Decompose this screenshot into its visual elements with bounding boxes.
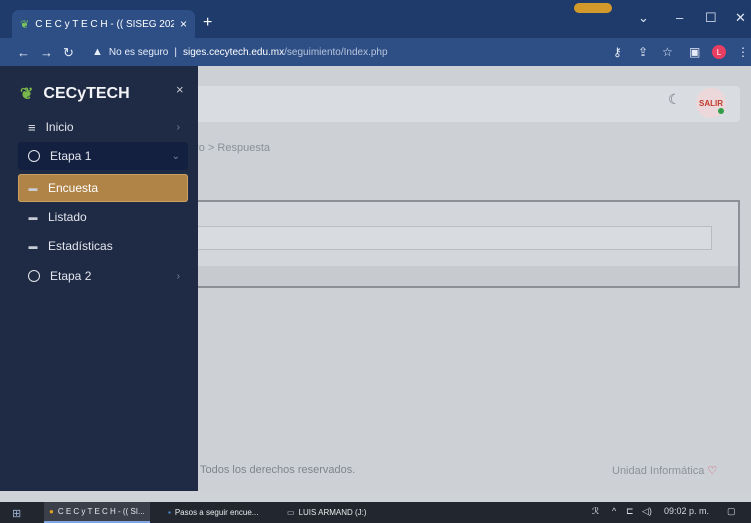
sidebar-close-button[interactable]: × [176, 82, 184, 97]
url-separator: | [174, 46, 177, 58]
sidebar-item-label: Encuesta [48, 181, 99, 195]
windows-start-icon[interactable]: ⊞ [12, 507, 21, 520]
online-status-dot [718, 108, 724, 114]
bullet-icon: ▬ [28, 241, 38, 251]
document-icon: ▪ [168, 508, 171, 517]
browser-tab[interactable]: ❦ C E C y T E C H - (( SISEG 2022)) × [12, 10, 195, 38]
sidebar: ❦ CECyTECH × ≡ Inicio › Etapa 1 ⌄ ▬ Encu… [0, 66, 198, 491]
sidebar-item-inicio[interactable]: ≡ Inicio › [18, 113, 188, 141]
warning-icon[interactable]: ▲ [92, 46, 103, 58]
sidebar-item-label: Etapa 1 [50, 149, 92, 163]
key-icon[interactable]: ⚷ [613, 45, 622, 59]
menu-dots-icon[interactable]: ⋮ [737, 45, 749, 59]
volume-icon[interactable]: ◁) [642, 506, 652, 517]
taskbar-item-document[interactable]: ▪ Pasos a seguir encue... [163, 502, 263, 523]
url-host: siges.cecytech.edu.mx [182, 46, 285, 58]
sidebar-item-etapa-1[interactable]: Etapa 1 ⌄ [18, 142, 188, 170]
circle-icon [28, 270, 40, 282]
notifications-icon[interactable]: ▢ [727, 506, 736, 517]
url-path: /seguimiento/Index.php [284, 46, 388, 58]
sidebar-item-label: Inicio [45, 120, 74, 134]
chrome-icon: ● [49, 507, 54, 516]
chevron-right-icon: › [176, 121, 180, 133]
sidebar-item-label: Etapa 2 [50, 269, 92, 283]
sidebar-item-encuesta[interactable]: ▬ Encuesta [18, 174, 188, 202]
content-card [150, 200, 740, 288]
sidepanel-icon[interactable]: ▣ [689, 45, 700, 59]
clock-time[interactable]: 09:02 p. m. [664, 506, 709, 516]
chevron-right-icon: › [176, 270, 180, 282]
forward-icon[interactable]: → [40, 45, 53, 60]
back-icon[interactable]: ← [17, 45, 30, 60]
sidebar-item-estadisticas[interactable]: ▬ Estadísticas [18, 232, 188, 260]
chevron-down-icon[interactable]: ⌄ [638, 10, 649, 26]
top-header [170, 86, 740, 122]
share-icon[interactable]: ⇪ [638, 45, 648, 59]
logout-button[interactable]: SALIR [696, 88, 726, 118]
footer-credit: Unidad Informática ♡ [612, 464, 717, 477]
menu-icon: ≡ [28, 119, 36, 135]
tab-close-button[interactable]: × [180, 17, 187, 31]
brand-logo[interactable]: ❦ CECyTECH [20, 84, 130, 104]
bullet-icon: ▬ [28, 212, 38, 222]
url-field[interactable]: ▲ No es seguro | siges.cecytech.edu.mx/s… [86, 42, 606, 62]
taskbar-item-label: LUIS ARMAND (J:) [298, 508, 367, 517]
brand-name: CECyTECH [43, 85, 130, 102]
heart-icon: ♡ [707, 465, 718, 477]
os-taskbar: ⊞ ● C E C y T E C H - (( SI... ▪ Pasos a… [0, 502, 751, 523]
tab-title: C E C y T E C H - (( SISEG 2022)) [35, 18, 174, 30]
maximize-icon[interactable]: ☐ [705, 10, 717, 26]
profile-avatar[interactable]: L [712, 45, 726, 59]
sidebar-item-etapa-2[interactable]: Etapa 2 › [18, 262, 188, 290]
address-bar: ← → ↻ ▲ No es seguro | siges.cecytech.ed… [0, 38, 751, 66]
people-icon[interactable]: ℛ [592, 506, 599, 517]
minimize-icon[interactable]: – [676, 10, 683, 25]
extension-indicator [574, 3, 612, 13]
reload-icon[interactable]: ↻ [63, 45, 74, 61]
close-icon[interactable]: ✕ [735, 10, 746, 26]
bullet-icon: ▬ [28, 183, 38, 193]
sidebar-item-label: Listado [48, 210, 87, 224]
taskbar-item-label: C E C y T E C H - (( SI... [57, 507, 145, 516]
footer-copyright: Todos los derechos reservados. [200, 464, 356, 476]
leaf-icon: ❦ [20, 18, 30, 31]
sidebar-item-listado[interactable]: ▬ Listado [18, 203, 188, 231]
network-icon[interactable]: ⊏ [626, 506, 634, 517]
leaf-logo-icon: ❦ [20, 86, 34, 103]
page-viewport: ☾ SALIR rativo > Respuesta Todos los der… [0, 66, 751, 491]
footer-credit-label: Unidad Informática [612, 465, 705, 477]
chevron-down-icon: ⌄ [171, 150, 180, 162]
taskbar-item-browser[interactable]: ● C E C y T E C H - (( SI... [44, 502, 150, 523]
chevron-up-icon[interactable]: ^ [612, 506, 616, 516]
drive-icon: ▭ [287, 508, 295, 517]
taskbar-item-label: Pasos a seguir encue... [174, 508, 259, 517]
taskbar-item-drive[interactable]: ▭ LUIS ARMAND (J:) [282, 502, 372, 523]
logout-label: SALIR [699, 98, 723, 108]
card-footer [152, 266, 738, 286]
star-icon[interactable]: ☆ [662, 45, 673, 59]
content-input[interactable] [182, 226, 712, 250]
circle-icon [28, 150, 40, 162]
browser-tab-bar: ❦ C E C y T E C H - (( SISEG 2022)) × + … [0, 0, 751, 38]
sidebar-item-label: Estadísticas [48, 239, 113, 253]
moon-icon[interactable]: ☾ [668, 91, 681, 108]
security-label: No es seguro [108, 46, 169, 58]
new-tab-button[interactable]: + [203, 14, 212, 32]
